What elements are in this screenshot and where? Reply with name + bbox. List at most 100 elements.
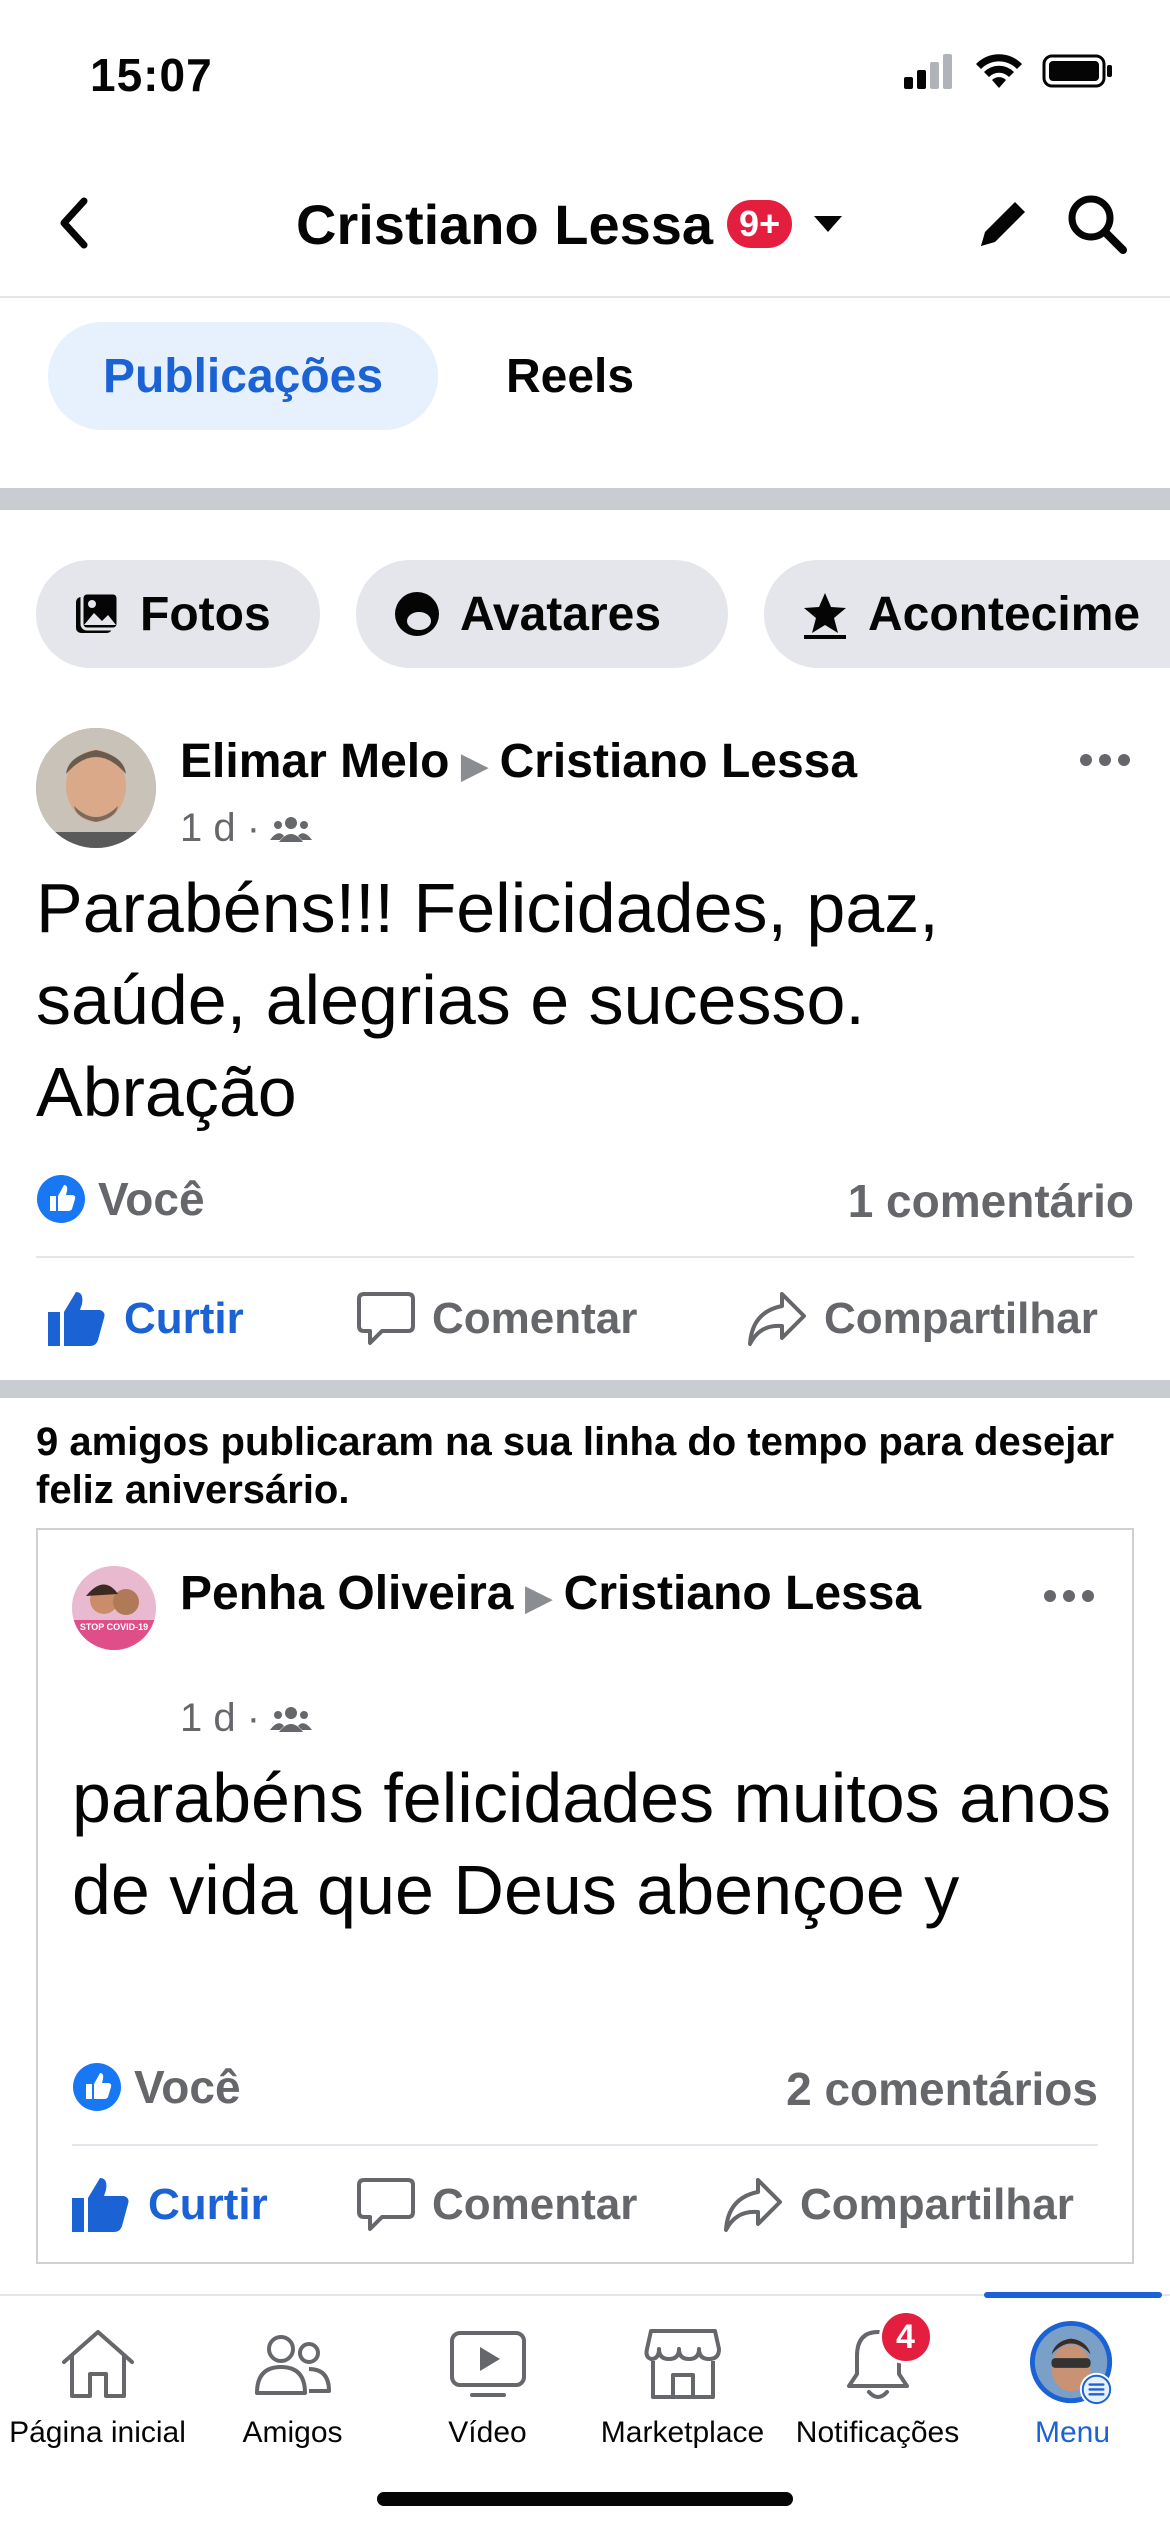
nav-friends[interactable]: Amigos [195, 2296, 390, 2496]
notification-count-badge: 9+ [727, 200, 793, 248]
comment-button[interactable]: Comentar [356, 2176, 637, 2234]
more-dots-icon [1080, 754, 1130, 766]
reactions-label: Você [98, 1173, 205, 1225]
battery-icon [1042, 54, 1112, 88]
like-reaction-icon [73, 2063, 121, 2111]
timeline-link[interactable]: linha do tempo [583, 1420, 867, 1464]
event-star-icon [804, 593, 846, 639]
post-time[interactable]: 1 d · [180, 806, 260, 851]
comment-button[interactable]: Comentar [356, 1290, 637, 1348]
filter-chips: Fotos Avatares Acontecime [0, 560, 1170, 670]
share-label: Compartilhar [824, 1294, 1098, 1343]
video-icon [443, 2324, 533, 2404]
share-button[interactable]: Compartilhar [746, 1290, 1098, 1348]
nav-label: Marketplace [600, 2416, 765, 2449]
comments-count[interactable]: 2 comentários [786, 2062, 1098, 2116]
chip-label: Fotos [140, 587, 271, 641]
thumbs-up-icon [72, 2178, 129, 2232]
wifi-icon [976, 54, 1022, 88]
reactions-label: Você [134, 2061, 241, 2113]
section-divider [0, 488, 1170, 510]
nav-label: Amigos [242, 2416, 343, 2449]
tab-reels[interactable]: Reels [470, 322, 670, 430]
pencil-icon [981, 202, 1025, 246]
profile-switcher[interactable]: Cristiano Lessa 9+ [296, 186, 850, 262]
marketplace-icon [638, 2324, 728, 2404]
nav-label: Vídeo [448, 2416, 527, 2449]
avatar[interactable]: STOP COVID-19 [72, 1566, 156, 1650]
post-meta: 1 d · [180, 1696, 313, 1741]
profile-header: Cristiano Lessa 9+ [0, 150, 1170, 298]
comment-icon [357, 2178, 415, 2231]
more-dots-icon [1044, 1590, 1094, 1602]
comment-icon [357, 1292, 415, 1345]
like-reaction-icon [37, 1175, 85, 1223]
post-text: Parabéns!!! Felicidades, paz, saúde, ale… [36, 869, 939, 1131]
like-label: Curtir [148, 2180, 268, 2229]
back-button[interactable] [44, 188, 104, 258]
nav-video[interactable]: Vídeo [390, 2296, 585, 2496]
chevron-down-icon [806, 202, 850, 246]
nav-label: Página inicial [9, 2416, 186, 2449]
comment-label: Comentar [432, 2180, 638, 2229]
arrow-right-icon: ▶ [461, 747, 488, 785]
more-options-button[interactable] [1034, 1576, 1104, 1616]
chip-label: Acontecime [868, 587, 1141, 641]
friends-audience-icon [270, 816, 313, 842]
divider [72, 2144, 1098, 2146]
search-button[interactable] [1062, 186, 1132, 262]
birthday-note-text: 9 amigos publicaram na sua [36, 1420, 583, 1464]
post-text: parabéns felicidades muitos anos de vida… [72, 1759, 1111, 1929]
home-icon [53, 2324, 143, 2404]
avatar-caption: STOP COVID-19 [79, 1622, 149, 1632]
cellular-signal-icon [904, 54, 952, 89]
arrow-right-icon: ▶ [525, 1579, 552, 1617]
chip-acontecimentos[interactable]: Acontecime [764, 560, 1170, 668]
like-button[interactable]: Curtir [46, 1290, 244, 1348]
reactions-summary[interactable]: Você [36, 1172, 205, 1226]
reactions-summary[interactable]: Você [72, 2060, 241, 2114]
comments-count[interactable]: 1 comentário [848, 1174, 1134, 1228]
nav-notifications[interactable]: 4 Notificações [780, 2296, 975, 2496]
avatar[interactable] [36, 728, 156, 848]
divider [36, 1256, 1134, 1258]
nav-marketplace[interactable]: Marketplace [585, 2296, 780, 2496]
nav-menu[interactable]: Menu [975, 2296, 1170, 2496]
share-label: Compartilhar [800, 2180, 1074, 2229]
more-options-button[interactable] [1070, 740, 1140, 780]
chevron-left-icon [60, 197, 88, 249]
avatar-icon [395, 592, 439, 636]
friends-icon [248, 2324, 338, 2404]
chip-label: Avatares [460, 587, 662, 641]
notification-badge: 4 [878, 2310, 933, 2364]
like-label: Curtir [124, 1294, 244, 1343]
status-time: 15:07 [90, 49, 213, 101]
share-icon [724, 2178, 782, 2232]
thumbs-up-icon [48, 1292, 105, 1346]
section-divider [0, 1380, 1170, 1398]
nav-home[interactable]: Página inicial [0, 2296, 195, 2496]
status-bar: 15:07 [0, 0, 1170, 150]
post-author-line: Penha Oliveira ▶ Cristiano Lessa [180, 1564, 980, 1628]
like-button[interactable]: Curtir [70, 2176, 268, 2234]
nav-label: Notificações [795, 2416, 960, 2449]
chip-avatares[interactable]: Avatares [356, 560, 728, 668]
bell-icon: 4 [833, 2310, 933, 2404]
edit-button[interactable] [968, 186, 1038, 262]
search-icon [1068, 195, 1127, 254]
status-icons [902, 52, 1114, 90]
friends-audience-icon [270, 1706, 313, 1732]
target-name[interactable]: Cristiano Lessa [500, 735, 857, 788]
share-button[interactable]: Compartilhar [722, 2176, 1074, 2234]
profile-tabs: Publicações Reels [0, 300, 1170, 486]
author-name[interactable]: Elimar Melo [180, 735, 449, 788]
post-meta: 1 d · [180, 806, 313, 851]
chip-fotos[interactable]: Fotos [36, 560, 320, 668]
post-time[interactable]: 1 d · [180, 1696, 260, 1741]
birthday-note: 9 amigos publicaram na sua linha do temp… [36, 1418, 1136, 1514]
target-name[interactable]: Cristiano Lessa [564, 1567, 921, 1620]
home-indicator [377, 2492, 793, 2506]
author-name[interactable]: Penha Oliveira [180, 1567, 514, 1620]
tab-publicacoes[interactable]: Publicações [48, 322, 438, 430]
page-title: Cristiano Lessa [296, 192, 714, 256]
